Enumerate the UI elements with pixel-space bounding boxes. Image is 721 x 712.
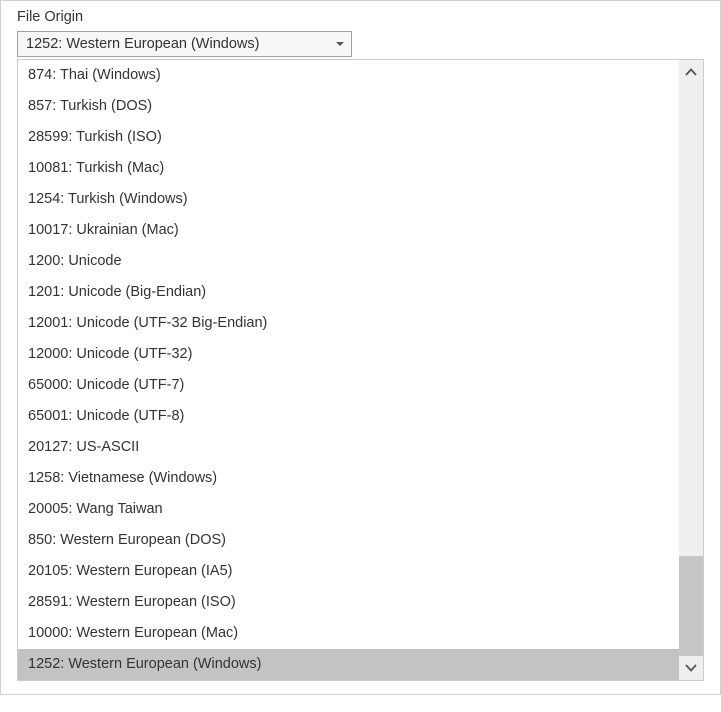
scroll-track[interactable] <box>679 84 703 656</box>
dropdown-scrollbar[interactable] <box>679 60 703 680</box>
file-origin-option[interactable]: 65001: Unicode (UTF-8) <box>18 401 679 432</box>
file-origin-option[interactable]: 1252: Western European (Windows) <box>18 649 679 680</box>
file-origin-option[interactable]: 20105: Western European (IA5) <box>18 556 679 587</box>
scroll-down-button[interactable] <box>679 656 703 680</box>
file-origin-option[interactable]: 850: Western European (DOS) <box>18 525 679 556</box>
file-origin-option[interactable]: 874: Thai (Windows) <box>18 60 679 91</box>
file-origin-select[interactable]: 1252: Western European (Windows) <box>17 31 352 57</box>
dropdown-caret-icon <box>327 32 351 56</box>
file-origin-option[interactable]: 12000: Unicode (UTF-32) <box>18 339 679 370</box>
file-origin-panel: File Origin 1252: Western European (Wind… <box>0 0 721 695</box>
file-origin-option[interactable]: 10081: Turkish (Mac) <box>18 153 679 184</box>
file-origin-dropdown: 874: Thai (Windows)857: Turkish (DOS)285… <box>17 59 704 681</box>
scroll-thumb[interactable] <box>679 556 703 656</box>
file-origin-option-list: 874: Thai (Windows)857: Turkish (DOS)285… <box>18 60 679 680</box>
file-origin-option[interactable]: 857: Turkish (DOS) <box>18 91 679 122</box>
file-origin-option[interactable]: 1258: Vietnamese (Windows) <box>18 463 679 494</box>
file-origin-option[interactable]: 1200: Unicode <box>18 246 679 277</box>
file-origin-label: File Origin <box>1 1 720 27</box>
file-origin-option[interactable]: 20127: US-ASCII <box>18 432 679 463</box>
scroll-up-button[interactable] <box>679 60 703 84</box>
file-origin-option[interactable]: 20005: Wang Taiwan <box>18 494 679 525</box>
file-origin-option[interactable]: 10017: Ukrainian (Mac) <box>18 215 679 246</box>
file-origin-option[interactable]: 28599: Turkish (ISO) <box>18 122 679 153</box>
file-origin-option[interactable]: 12001: Unicode (UTF-32 Big-Endian) <box>18 308 679 339</box>
file-origin-option[interactable]: 10000: Western European (Mac) <box>18 618 679 649</box>
file-origin-option[interactable]: 1254: Turkish (Windows) <box>18 184 679 215</box>
file-origin-option[interactable]: 1201: Unicode (Big-Endian) <box>18 277 679 308</box>
file-origin-option[interactable]: 65000: Unicode (UTF-7) <box>18 370 679 401</box>
file-origin-option[interactable]: 28591: Western European (ISO) <box>18 587 679 618</box>
file-origin-selected-value: 1252: Western European (Windows) <box>18 32 327 56</box>
